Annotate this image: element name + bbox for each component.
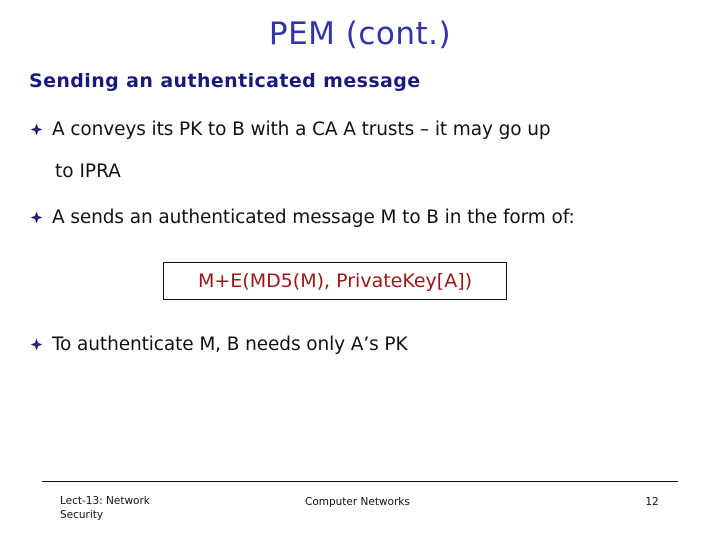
bullet-item-1: A conveys its PK to B with a CA A trusts…: [30, 118, 551, 141]
bullet-item-3-text: To authenticate M, B needs only A’s PK: [52, 334, 408, 355]
footer-divider: [42, 481, 678, 482]
bullet-item-2-text: A sends an authenticated message M to B …: [52, 207, 575, 228]
diamond-bullet-icon: [30, 333, 52, 354]
footer-lecture-label: Lect-13: Network Security: [60, 494, 210, 522]
presentation-slide: PEM (cont.) Sending an authenticated mes…: [0, 0, 720, 540]
footer-page-number: 12: [645, 496, 659, 508]
diamond-bullet-icon: [30, 118, 52, 139]
page-title: PEM (cont.): [268, 16, 452, 52]
formula-text: M+E(MD5(M), PrivateKey[A]): [197, 270, 473, 292]
slide-subtitle: Sending an authenticated message: [29, 70, 421, 92]
footer-course-label: Computer Networks: [305, 496, 410, 508]
bullet-item-3: To authenticate M, B needs only A’s PK: [30, 333, 408, 356]
footer-lecture-line-1: Lect-13: Network: [60, 495, 150, 507]
footer-lecture-line-2: Security: [60, 509, 104, 522]
diamond-bullet-icon: [30, 206, 52, 227]
bullet-item-1-continuation: to IPRA: [55, 161, 121, 182]
bullet-item-2: A sends an authenticated message M to B …: [30, 206, 575, 229]
formula-box: M+E(MD5(M), PrivateKey[A]): [163, 262, 507, 300]
bullet-item-1-text: A conveys its PK to B with a CA A trusts…: [52, 119, 551, 140]
